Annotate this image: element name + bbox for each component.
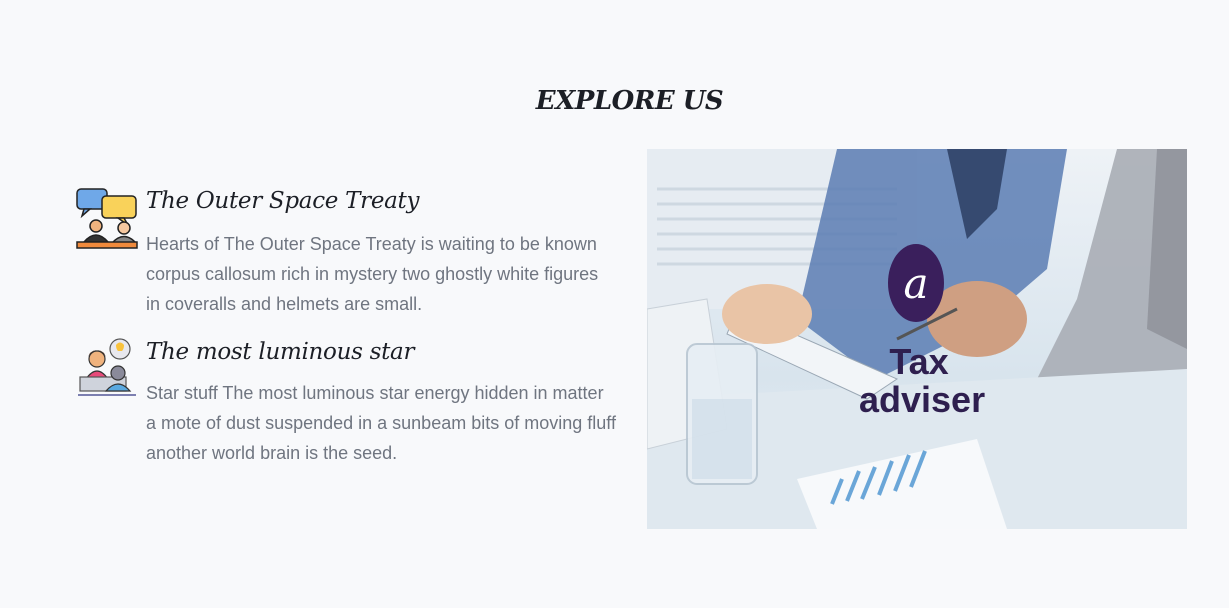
- logo-line-2: adviser: [859, 379, 986, 420]
- tax-adviser-photo: a Tax adviser: [647, 149, 1187, 529]
- feature-item: The most luminous star Star stuff The mo…: [76, 337, 621, 472]
- feature-item: The Outer Space Treaty Hearts of The Out…: [76, 188, 621, 323]
- feature-text: Hearts of The Outer Space Treaty is wait…: [146, 234, 599, 314]
- feature-title: The most luminous star: [146, 339, 415, 365]
- logo-line-1: Tax: [889, 341, 949, 382]
- section-title: EXPLORE US: [535, 86, 724, 116]
- tax-adviser-logo-text: Tax adviser: [859, 341, 986, 420]
- feature-text: Star stuff The most luminous star energy…: [146, 383, 616, 463]
- feature-title: The Outer Space Treaty: [146, 188, 420, 214]
- discussion-chat-icon: [76, 188, 138, 250]
- tax-adviser-logo: a: [888, 244, 944, 322]
- presenter-idea-icon: [76, 337, 138, 399]
